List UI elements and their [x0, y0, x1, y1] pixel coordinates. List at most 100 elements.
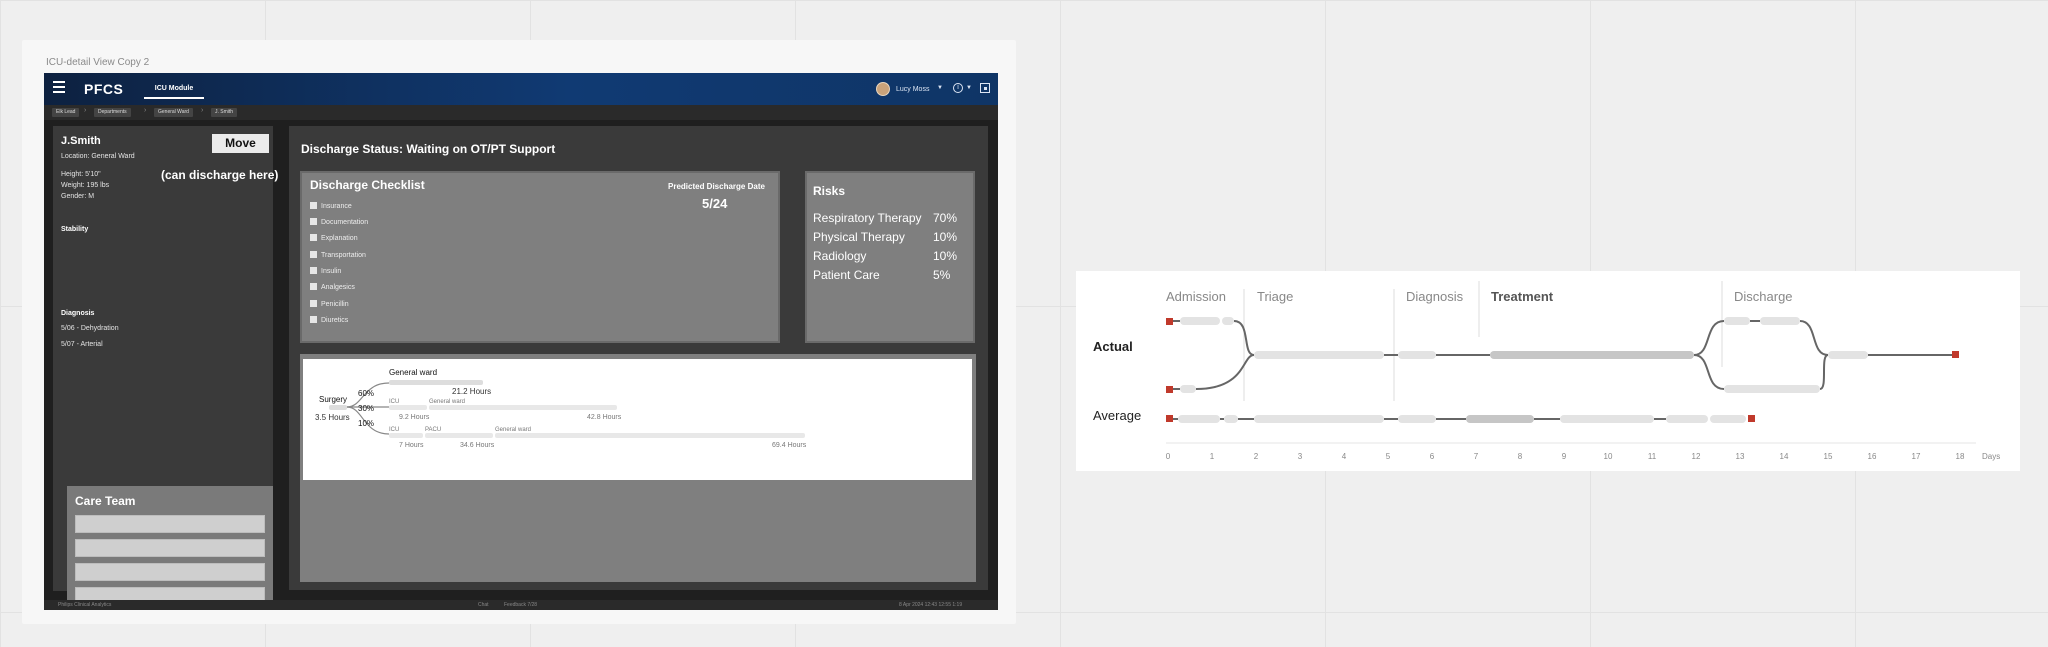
x-tick-label: 6: [1430, 452, 1435, 461]
patient-weight: Weight: 195 lbs: [61, 182, 110, 189]
user-name[interactable]: Lucy Moss: [896, 86, 929, 93]
checklist-item-label: Penicillin: [321, 301, 349, 308]
x-tick-label: 13: [1736, 452, 1745, 461]
info-icon[interactable]: i: [953, 83, 963, 93]
risks-card: Risks Respiratory Therapy 70% Physical T…: [805, 171, 975, 343]
timeline-connector: [1195, 354, 1255, 390]
branch-stay-bar: [495, 433, 805, 438]
checkbox-icon[interactable]: [310, 316, 317, 323]
x-tick-label: 11: [1648, 452, 1657, 461]
x-axis-unit: Days: [1982, 452, 2000, 461]
pathway-start-bar: [329, 405, 347, 410]
checkbox-icon[interactable]: [310, 267, 317, 274]
diagnosis-item: 5/06 - Dehydration: [61, 325, 119, 332]
breadcrumb-item[interactable]: Elk Lead: [52, 108, 80, 117]
discharge-checklist: Discharge Checklist Predicted Discharge …: [300, 171, 780, 343]
pathway-start-label: Surgery: [319, 395, 347, 404]
patient-panel: J.Smith Location: General Ward Height: 5…: [53, 126, 273, 610]
patient-journey-timeline: Admission Triage Diagnosis Treatment Dis…: [1076, 271, 2020, 471]
risk-percentage: 5%: [933, 268, 951, 282]
checklist-item[interactable]: Documentation: [310, 218, 368, 228]
branch-stay-bar: [389, 380, 483, 385]
footer-feedback-link[interactable]: Feedback 7/28: [504, 600, 537, 610]
chevron-right-icon: ›: [84, 107, 87, 114]
timeline-segment: [1398, 415, 1436, 423]
checklist-item[interactable]: Penicillin: [310, 300, 349, 310]
timeline-segment: [1254, 351, 1384, 359]
checklist-item[interactable]: Transportation: [310, 251, 366, 261]
checklist-item-label: Transportation: [321, 252, 366, 259]
exit-icon[interactable]: [980, 83, 990, 93]
checkbox-icon[interactable]: [310, 251, 317, 258]
checklist-item-label: Explanation: [321, 235, 358, 242]
checkbox-icon[interactable]: [310, 283, 317, 290]
x-tick-label: 2: [1254, 452, 1259, 461]
top-navigation-bar: PFCS ICU Module Lucy Moss ▼ i ▼: [44, 73, 998, 105]
care-team-slot[interactable]: [75, 539, 265, 557]
footer-left-text: Philips Clinical Analytics: [58, 602, 112, 608]
start-marker: [1166, 415, 1173, 422]
discharge-panel: Discharge Status: Waiting on OT/PT Suppo…: [289, 126, 988, 590]
risk-name: Physical Therapy: [813, 230, 905, 244]
breadcrumb-item[interactable]: J. Smith: [211, 108, 238, 117]
branch-unit-label: General ward: [429, 399, 465, 405]
end-marker: [1748, 415, 1755, 422]
diagnosis-item: 5/07 - Arterial: [61, 341, 103, 348]
checkbox-icon[interactable]: [310, 300, 317, 307]
hamburger-menu-icon[interactable]: [53, 81, 65, 93]
branch-stay-hours: 9.2 Hours: [399, 414, 430, 421]
user-avatar[interactable]: [876, 82, 890, 96]
footer-chat-link[interactable]: Chat: [478, 600, 489, 610]
timeline-segment: [1828, 351, 1868, 359]
care-team-slot[interactable]: [75, 563, 265, 581]
risks-title: Risks: [813, 184, 846, 198]
branch-stay-hours: 69.4 Hours: [772, 442, 807, 449]
branch-unit-label: General ward: [389, 368, 437, 377]
chevron-down-icon[interactable]: ▼: [937, 85, 943, 91]
phase-label-treatment: Treatment: [1491, 289, 1554, 304]
predicted-discharge-date: 5/24: [702, 196, 728, 211]
checklist-item[interactable]: Insurance: [310, 202, 352, 212]
phase-label-diagnosis: Diagnosis: [1406, 289, 1464, 304]
footer-bar: Philips Clinical Analytics Chat Feedback…: [44, 600, 998, 610]
timeline-segment: [1222, 317, 1234, 325]
branch-stay-hours: 34.6 Hours: [460, 442, 495, 449]
checklist-item[interactable]: Analgesics: [310, 283, 355, 293]
breadcrumb-item[interactable]: Departments: [94, 108, 131, 117]
timeline-segment: [1224, 415, 1238, 423]
x-tick-label: 14: [1780, 452, 1789, 461]
checklist-item[interactable]: Diuretics: [310, 316, 348, 326]
branch-stay-hours: 42.8 Hours: [587, 414, 622, 421]
x-axis-ticks: 0 1 2 3 4 5 6 7 8 9 10 11 12 13 14 15 16 17 18: [1166, 452, 1965, 461]
discharge-note: (can discharge here): [161, 168, 279, 182]
x-tick-label: 1: [1210, 452, 1215, 461]
branch-stay-bar: [425, 433, 493, 438]
row-label-average: Average: [1093, 408, 1141, 423]
checkbox-icon[interactable]: [310, 202, 317, 209]
chevron-right-icon: ›: [201, 107, 204, 114]
timeline-segment: [1560, 415, 1654, 423]
care-team-card: Care Team: [67, 486, 273, 610]
checklist-item[interactable]: Explanation: [310, 234, 358, 244]
checklist-item[interactable]: Insulin: [310, 267, 341, 277]
timeline-segment-treatment: [1490, 351, 1694, 359]
checkbox-icon[interactable]: [310, 218, 317, 225]
branch-stay-bar: [429, 405, 617, 410]
phase-label-admission: Admission: [1166, 289, 1226, 304]
timeline-segment-treatment: [1466, 415, 1534, 423]
chevron-down-icon[interactable]: ▼: [966, 85, 972, 91]
timeline-segment: [1180, 385, 1196, 393]
timeline-segment: [1724, 317, 1750, 325]
tab-icu-module[interactable]: ICU Module: [144, 85, 204, 99]
row-label-actual: Actual: [1093, 339, 1133, 354]
x-tick-label: 8: [1518, 452, 1523, 461]
care-team-slot[interactable]: [75, 515, 265, 533]
timeline-segment: [1666, 415, 1708, 423]
brand-logo: PFCS: [84, 81, 124, 97]
checkbox-icon[interactable]: [310, 234, 317, 241]
timeline-connector: [1819, 354, 1829, 390]
move-button[interactable]: Move: [212, 134, 269, 153]
breadcrumb-item[interactable]: General Ward: [154, 108, 193, 117]
care-pathway-area: Surgery 3.5 Hours 60% 30% 10% General wa…: [300, 354, 976, 582]
branch-percentage: 10%: [358, 419, 374, 428]
